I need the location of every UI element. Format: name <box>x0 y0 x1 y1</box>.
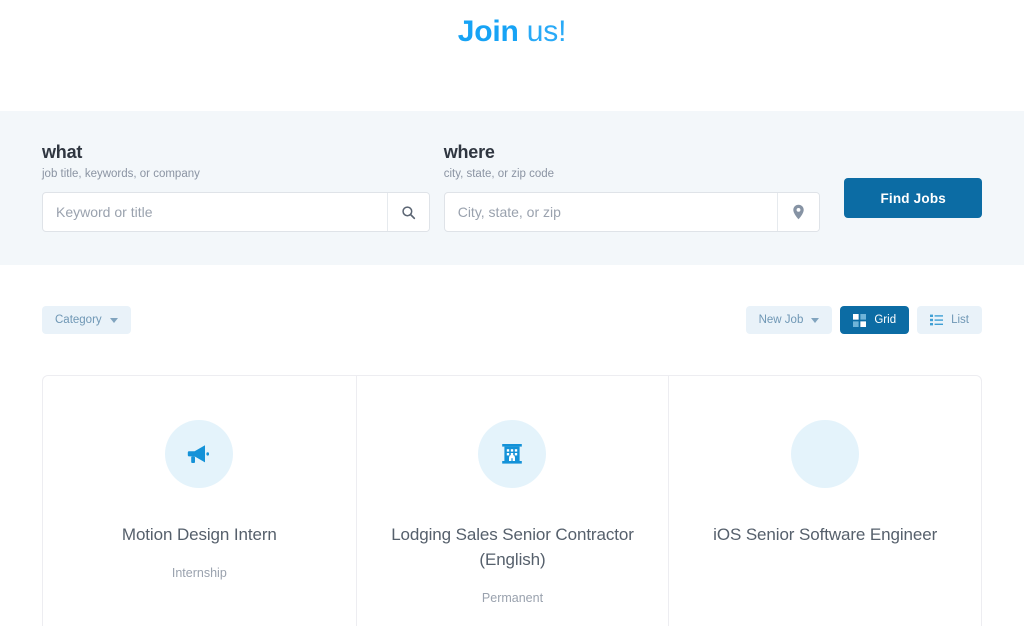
page-title-light: us! <box>518 15 567 48</box>
toolbar-right-group: New Job Grid List <box>745 306 982 334</box>
chevron-down-icon <box>811 317 820 323</box>
chevron-down-icon <box>109 317 118 323</box>
list-view-button[interactable]: List <box>917 306 982 334</box>
grid-view-label: Grid <box>874 314 897 326</box>
where-field-group: where city, state, or zip code <box>443 141 821 232</box>
search-keyword-input[interactable] <box>43 193 387 231</box>
results-toolbar: Category New Job Grid List <box>0 265 1024 375</box>
job-card-title: iOS Senior Software Engineer <box>713 525 938 544</box>
job-card[interactable]: Lodging Sales Senior Contractor (English… <box>355 376 669 626</box>
what-label: what <box>42 142 83 162</box>
page-title: Join us! <box>457 14 567 50</box>
what-hint: job title, keywords, or company <box>42 168 200 180</box>
megaphone-icon <box>185 440 213 468</box>
job-card-type: Internship <box>171 566 227 580</box>
job-card-title: Motion Design Intern <box>121 525 277 544</box>
page-header: Join us! <box>0 0 1024 111</box>
search-band: what job title, keywords, or company whe… <box>0 111 1024 265</box>
location-icon-button[interactable] <box>777 193 820 231</box>
search-form: what job title, keywords, or company whe… <box>0 141 1024 232</box>
grid-view-button[interactable]: Grid <box>840 306 910 334</box>
job-card-type: Permanent <box>481 591 544 605</box>
search-location-input[interactable] <box>444 193 778 231</box>
job-card-avatar <box>791 420 860 488</box>
new-job-sort-dropdown[interactable]: New Job <box>745 306 833 334</box>
list-icon <box>930 314 944 326</box>
what-field-group: what job title, keywords, or company <box>42 141 430 232</box>
search-icon <box>401 205 416 220</box>
what-input-wrap[interactable] <box>42 192 430 232</box>
search-icon-button[interactable] <box>386 193 429 231</box>
job-card-title: Lodging Sales Senior Contractor (English… <box>391 525 634 569</box>
where-input-wrap[interactable] <box>443 192 821 232</box>
job-card-grid: Motion Design Intern Internship Lodging … <box>42 375 982 626</box>
category-filter-label: Category <box>55 314 102 326</box>
where-label: where <box>443 142 495 162</box>
building-icon <box>499 441 525 467</box>
find-jobs-button[interactable]: Find Jobs <box>844 178 982 218</box>
list-view-label: List <box>951 314 969 326</box>
where-hint: city, state, or zip code <box>443 168 555 180</box>
new-job-sort-label: New Job <box>758 314 804 326</box>
grid-icon <box>853 313 867 327</box>
job-card-avatar <box>165 420 234 488</box>
map-pin-icon <box>792 204 805 220</box>
page-title-strong: Join <box>457 15 519 48</box>
job-results-area: Motion Design Intern Internship Lodging … <box>0 375 1024 626</box>
job-card-avatar <box>478 420 547 488</box>
category-filter-dropdown[interactable]: Category <box>42 306 131 334</box>
job-card[interactable]: iOS Senior Software Engineer <box>668 376 981 626</box>
job-card[interactable]: Motion Design Intern Internship <box>43 376 356 626</box>
